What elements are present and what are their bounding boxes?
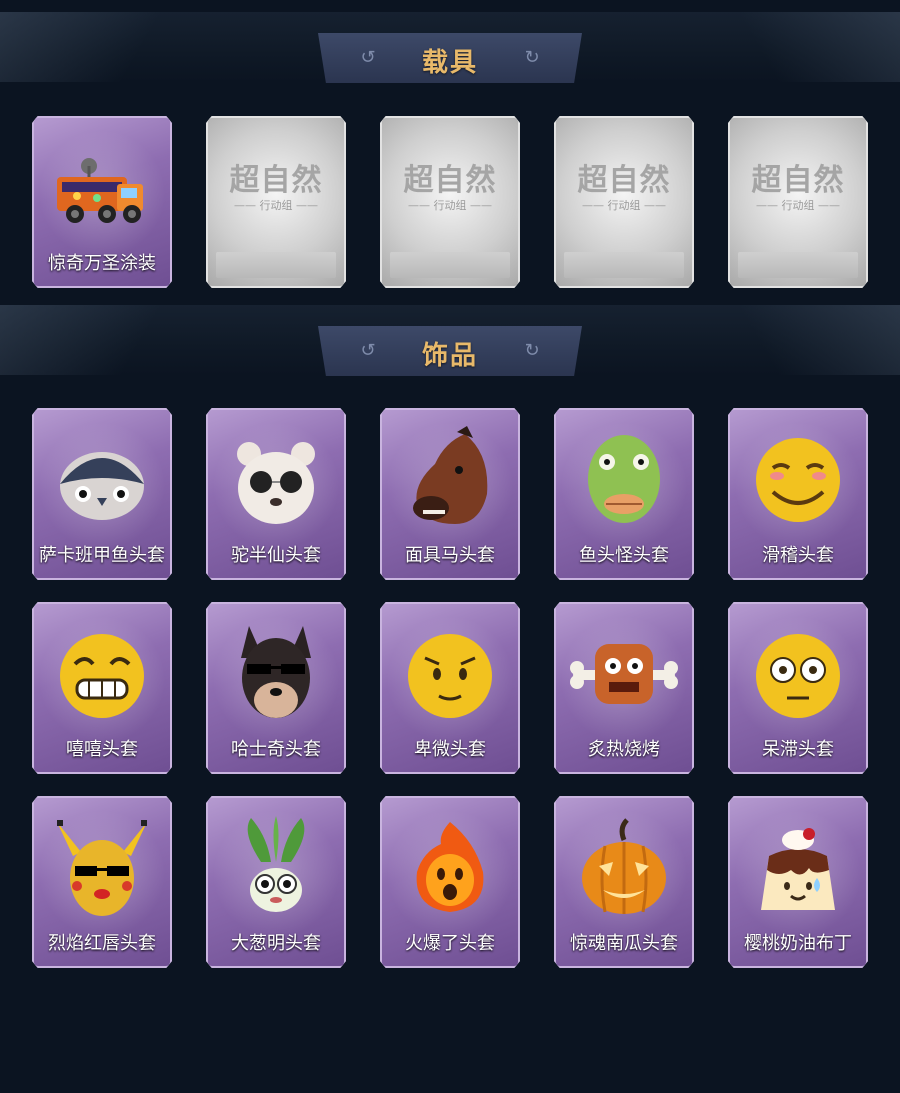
accessory-card[interactable]: 烈焰红唇头套 — [32, 796, 172, 968]
accessory-card[interactable]: 炙热烧烤 — [554, 602, 694, 774]
grin-emoji-icon — [60, 634, 144, 718]
pumpkin-icon — [582, 818, 666, 914]
accessory-card-label: 大葱明头套 — [231, 933, 321, 954]
accessory-card-label: 嘻嘻头套 — [66, 739, 138, 760]
accessory-card-label: 炙热烧烤 — [588, 739, 660, 760]
bear-sunglasses-icon — [237, 442, 315, 524]
accessory-card[interactable]: 滑稽头套 — [728, 408, 868, 580]
section-header-accessories: ↺ 饰品 ↻ — [318, 326, 582, 376]
vehicle-card-locked-2[interactable]: 超自然 —— 行动组 —— — [380, 116, 520, 288]
accessory-card-label: 火爆了头套 — [405, 933, 495, 954]
horse-mask-icon — [413, 426, 488, 524]
vehicle-card-label: 惊奇万圣涂装 — [48, 253, 156, 274]
placeholder-logo: 超自然 —— 行动组 —— — [403, 163, 497, 213]
accessory-card[interactable]: 哈士奇头套 — [206, 602, 346, 774]
fire-spirit-icon — [416, 822, 484, 912]
vehicle-card-locked-4[interactable]: 超自然 —— 行动组 —— — [728, 116, 868, 288]
section-title-vehicles: 载具 — [421, 48, 478, 78]
halloween-truck-icon — [57, 158, 143, 223]
accessory-card-label: 呆滞头套 — [762, 739, 834, 760]
swirl-right-icon: ↻ — [524, 340, 540, 361]
placeholder-logo: 超自然 —— 行动组 —— — [577, 163, 671, 213]
scallion-icon — [247, 816, 305, 912]
vehicle-card-locked-3[interactable]: 超自然 —— 行动组 —— — [554, 116, 694, 288]
smirk-emoji-icon — [756, 438, 840, 522]
accessory-card-label: 惊魂南瓜头套 — [570, 933, 678, 954]
dazed-emoji-icon — [756, 634, 840, 718]
vehicle-card-halloween-skin[interactable]: 惊奇万圣涂装 — [32, 116, 172, 288]
fish-head-icon — [60, 452, 144, 520]
accessory-card-label: 卑微头套 — [414, 739, 486, 760]
accessory-card[interactable]: 驼半仙头套 — [206, 408, 346, 580]
accessory-card[interactable]: 嘻嘻头套 — [32, 602, 172, 774]
husky-icon — [241, 626, 311, 718]
accessory-card-label: 萨卡班甲鱼头套 — [39, 545, 165, 566]
accessory-card-label: 烈焰红唇头套 — [48, 933, 156, 954]
green-fish-icon — [588, 435, 660, 523]
accessory-card-label: 哈士奇头套 — [231, 739, 321, 760]
section-title-accessories: 饰品 — [421, 341, 478, 371]
pudding-icon — [761, 828, 835, 910]
accessory-card[interactable]: 呆滞头套 — [728, 602, 868, 774]
accessory-card[interactable]: 大葱明头套 — [206, 796, 346, 968]
accessory-card[interactable]: 樱桃奶油布丁 — [728, 796, 868, 968]
accessory-card-label: 滑稽头套 — [762, 545, 834, 566]
yellow-creature-icon — [57, 820, 147, 916]
meat-bone-icon — [570, 644, 678, 704]
accessory-card-label: 面具马头套 — [405, 545, 495, 566]
shy-emoji-icon — [408, 634, 492, 718]
accessory-card-label: 樱桃奶油布丁 — [744, 933, 852, 954]
accessory-card[interactable]: 惊魂南瓜头套 — [554, 796, 694, 968]
vehicle-card-locked-1[interactable]: 超自然 —— 行动组 —— — [206, 116, 346, 288]
accessory-card[interactable]: 鱼头怪头套 — [554, 408, 694, 580]
swirl-right-icon: ↻ — [524, 47, 540, 68]
section-header-vehicles: ↺ 载具 ↻ — [318, 33, 582, 83]
accessory-card[interactable]: 火爆了头套 — [380, 796, 520, 968]
accessory-card[interactable]: 面具马头套 — [380, 408, 520, 580]
accessory-card-label: 鱼头怪头套 — [579, 545, 669, 566]
placeholder-logo: 超自然 —— 行动组 —— — [751, 163, 845, 213]
accessory-card[interactable]: 卑微头套 — [380, 602, 520, 774]
accessory-card[interactable]: 萨卡班甲鱼头套 — [32, 408, 172, 580]
accessory-card-label: 驼半仙头套 — [231, 545, 321, 566]
placeholder-logo: 超自然 —— 行动组 —— — [229, 163, 323, 213]
